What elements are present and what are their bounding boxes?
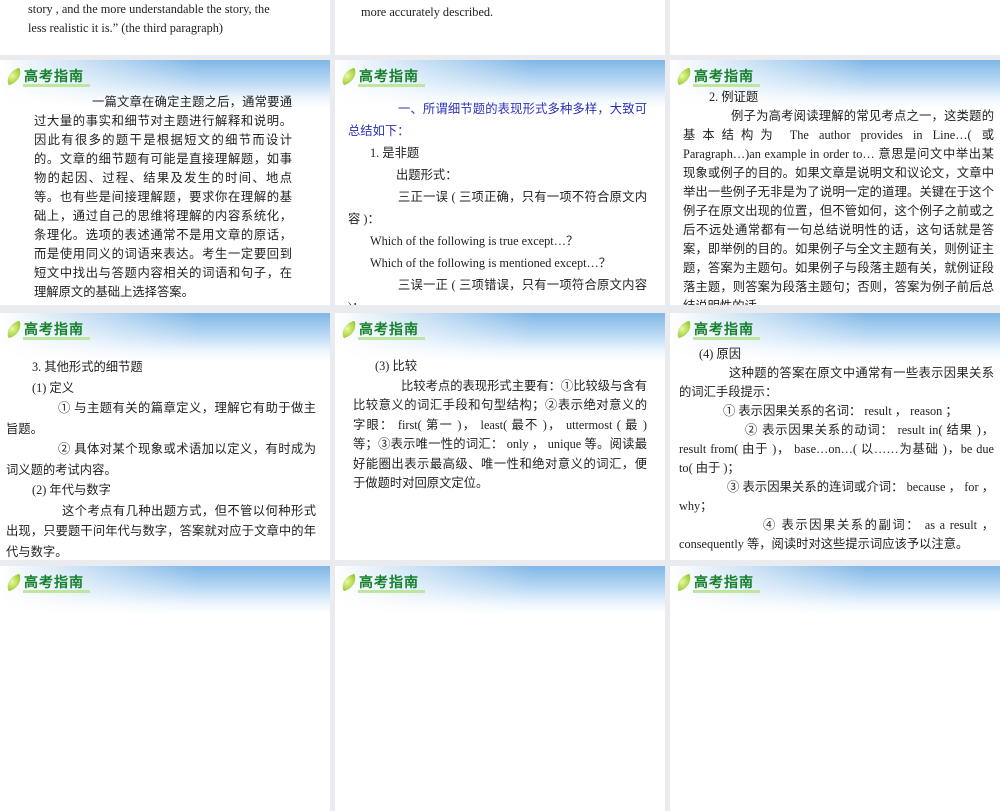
slide-body: (3) 比较比较考点的表现形式主要有：①比较级与含有比较意义的词汇手段和句型结构…	[335, 357, 665, 494]
leaf-icon	[674, 67, 694, 86]
slide-thumbnail[interactable]: 高考指南一篇文章在确定主题之后，通常要通过大量的事实和细节对主题进行解释和说明。…	[0, 60, 330, 305]
slide-body: 2. 例证题例子为高考阅读理解的常见考点之一，这类题的基本结构为 The aut…	[670, 88, 1000, 305]
leaf-icon	[674, 320, 694, 339]
slide-header: 高考指南	[339, 572, 425, 593]
slide-thumbnail[interactable]: 高考指南 3. 其他形式的细节题 (1) 定义 ① 与主题有关的篇章定义，理解它有助于…	[0, 313, 330, 560]
slide-thumbnail[interactable]: 高考指南一、所谓细节题的表现形式多种多样，大致可总结如下： 1. 是非题出题形式：…	[335, 60, 665, 305]
slide-paragraph: 一、所谓细节题的表现形式多种多样，大致可总结如下：	[348, 102, 647, 138]
slide-header: 高考指南	[4, 66, 90, 87]
slide-paragraph: (4) 原因	[699, 347, 742, 361]
slide-paragraph: ③ 表示因果关系的连词或介词： because ， for ，why；	[679, 480, 994, 513]
slide-paragraph: ② 表示因果关系的动词： result in( 结果 )， result fro…	[679, 423, 994, 475]
slide-paragraph: 这个考点有几种出题方式，但不管以何种形式出现，只要题干问年代与数字，答案就对应于…	[6, 503, 316, 559]
slide-paragraph: 1. 是非题	[370, 146, 420, 160]
leaf-icon	[4, 320, 24, 339]
slide-header-title: 高考指南	[693, 572, 760, 593]
slide-header-title: 高考指南	[358, 319, 425, 340]
slide-paragraph: more accurately described.	[361, 5, 494, 19]
slide-header: 高考指南	[4, 572, 90, 593]
slide-header-title: 高考指南	[23, 319, 90, 340]
slide-paragraph: (2) 年代与数字	[32, 483, 111, 497]
slide-thumbnail[interactable]: 高考指南	[670, 566, 1000, 811]
slide-paragraph: 三误一正 ( 三项错误，只有一项符合原文内容 )：	[348, 278, 647, 305]
slide-paragraph: less realistic it is.” (the third paragr…	[28, 21, 223, 35]
slide-header: 高考指南	[674, 66, 760, 87]
slide-thumbnail[interactable]: 高考指南	[0, 566, 330, 811]
slide-thumbnail[interactable]: story , and the more understandable the …	[0, 0, 330, 55]
slide-header: 高考指南	[674, 572, 760, 593]
slide-header: 高考指南	[339, 319, 425, 340]
slide-paragraph: 例子为高考阅读理解的常见考点之一，这类题的基本结构为 The author pr…	[683, 109, 994, 305]
slide-header-title: 高考指南	[358, 572, 425, 593]
slide-paragraph: 3. 其他形式的细节题	[32, 360, 143, 374]
slide-paragraph: ① 与主题有关的篇章定义，理解它有助于做主旨题。	[6, 401, 316, 436]
slide-paragraph: ④ 表示因果关系的副词： as a result ， consequently …	[679, 518, 994, 551]
slide-paragraph: 比较考点的表现形式主要有：①比较级与含有比较意义的词汇手段和句型结构；②表示绝对…	[353, 378, 647, 491]
slide-header-title: 高考指南	[23, 572, 90, 593]
slide-thumbnail[interactable]	[670, 0, 1000, 55]
slide-body: more accurately described.	[335, 3, 665, 22]
slide-paragraph: 一篇文章在确定主题之后，通常要通过大量的事实和细节对主题进行解释和说明。因此有很…	[34, 95, 292, 299]
slide-paragraph: 三正一误 ( 三项正确，只有一项不符合原文内容 )：	[348, 190, 647, 226]
slide-thumbnail[interactable]: more accurately described.	[335, 0, 665, 55]
slide-header-title: 高考指南	[358, 66, 425, 87]
slide-body: story , and the more understandable the …	[0, 0, 330, 38]
slide-paragraph: ① 表示因果关系的名词： result ， reason ；	[723, 404, 958, 418]
slide-paragraph: 出题形式：	[396, 168, 458, 182]
leaf-icon	[674, 573, 694, 592]
slide-body: 一、所谓细节题的表现形式多种多样，大致可总结如下： 1. 是非题出题形式： 三正一误…	[335, 98, 665, 305]
slide-paragraph: 这种题的答案在原文中通常有一些表示因果关系的词汇手段提示：	[679, 366, 994, 399]
slide-body: 3. 其他形式的细节题 (1) 定义 ① 与主题有关的篇章定义，理解它有助于做主旨题…	[0, 357, 330, 560]
slide-paragraph: (1) 定义	[32, 380, 75, 395]
slide-header-title: 高考指南	[693, 66, 760, 87]
slide-header: 高考指南	[4, 319, 90, 340]
slide-thumbnail[interactable]: 高考指南 (3) 比较比较考点的表现形式主要有：①比较级与含有比较意义的词汇手段和…	[335, 313, 665, 560]
slide-body: (4) 原因这种题的答案在原文中通常有一些表示因果关系的词汇手段提示： ① 表示因…	[670, 345, 1000, 554]
slide-header-title: 高考指南	[693, 319, 760, 340]
slide-thumbnail[interactable]: 高考指南 2. 例证题 例子为高考阅读理解的常见考点之一，这类题的基本结构为 The…	[670, 60, 1000, 305]
slide-paragraph: (3) 比较	[375, 359, 418, 373]
slide-header: 高考指南	[339, 66, 425, 87]
slide-header-title: 高考指南	[23, 66, 90, 87]
slide-paragraph: Which of the following is mentioned exce…	[370, 256, 612, 270]
leaf-icon	[339, 320, 359, 339]
slide-paragraph: story , and the more understandable the …	[28, 2, 270, 16]
leaf-icon	[4, 573, 24, 592]
leaf-icon	[339, 67, 359, 86]
slide-thumbnail[interactable]: 高考指南	[335, 566, 665, 811]
slide-paragraph: 2. 例证题	[709, 90, 759, 104]
slide-thumbnail[interactable]: 高考指南 (4) 原因这种题的答案在原文中通常有一些表示因果关系的词汇手段提示： ①…	[670, 313, 1000, 560]
leaf-icon	[339, 573, 359, 592]
slide-body: 一篇文章在确定主题之后，通常要通过大量的事实和细节对主题进行解释和说明。因此有很…	[0, 93, 330, 302]
leaf-icon	[4, 67, 24, 86]
slide-header: 高考指南	[674, 319, 760, 340]
slide-paragraph: Which of the following is true except…？	[370, 234, 579, 248]
slide-paragraph: ② 具体对某个现象或术语加以定义，有时成为词义题的考试内容。	[6, 442, 316, 477]
